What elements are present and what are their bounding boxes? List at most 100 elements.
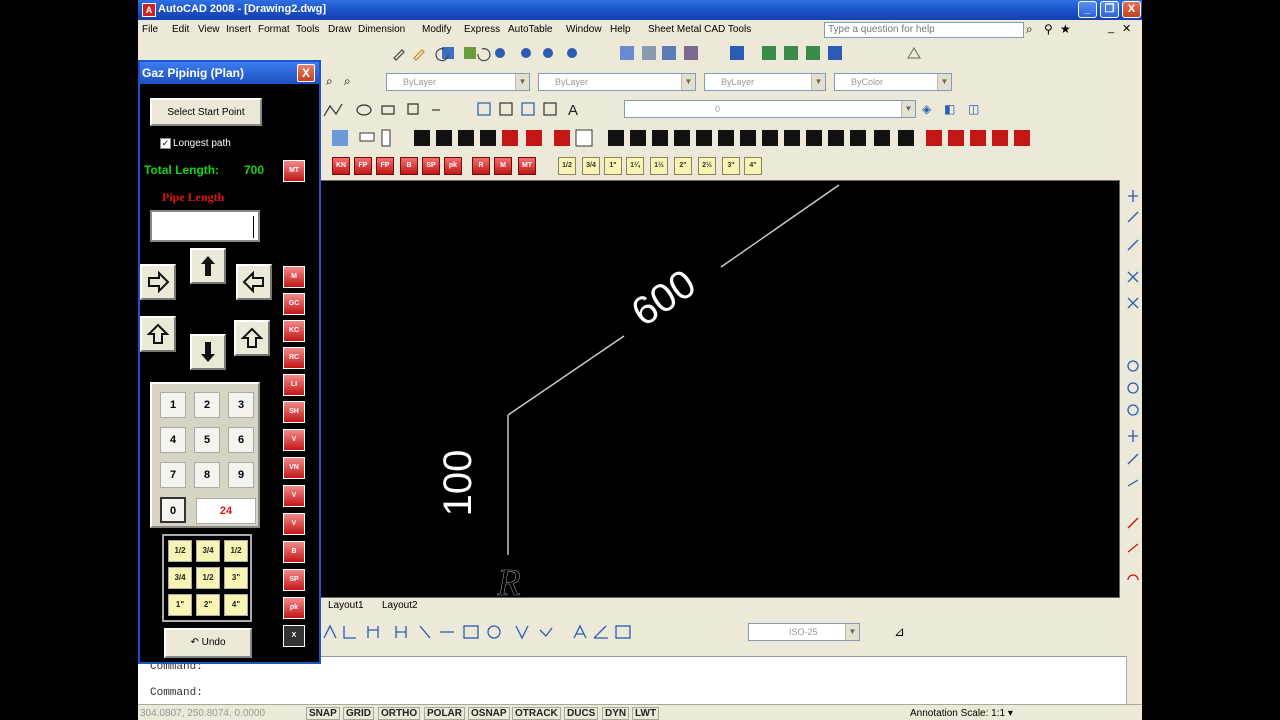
help-search-input[interactable]: Type a question for help xyxy=(824,22,1024,38)
pipe-segment-diagonal-1[interactable] xyxy=(507,335,625,416)
frac-key-2[interactable]: 3/4 xyxy=(196,540,220,562)
pipe-segment-diagonal-2[interactable] xyxy=(720,184,840,268)
frac-key-4[interactable]: 3/4 xyxy=(168,567,192,589)
tag-button-kn[interactable]: KN xyxy=(332,157,350,175)
side-button-sp[interactable]: SP xyxy=(283,569,305,591)
tag-button-r[interactable]: R xyxy=(472,157,490,175)
direction-southwest-button[interactable] xyxy=(140,316,176,352)
undo-button[interactable]: ↶ Undo xyxy=(164,628,252,658)
dyn-toggle[interactable]: DYN xyxy=(602,707,630,720)
menu-insert[interactable]: Insert xyxy=(226,24,251,35)
autocad-app-icon[interactable]: A xyxy=(142,3,156,17)
tag-button-m[interactable]: M xyxy=(494,157,512,175)
layer-previous-icon[interactable]: ◧ xyxy=(944,102,960,118)
color-combo[interactable]: ByColor ▼ xyxy=(834,73,952,91)
menu-autotable[interactable]: AutoTable xyxy=(508,24,552,35)
tag-button-mt[interactable]: MT xyxy=(518,157,536,175)
ortho-toggle[interactable]: ORTHO xyxy=(378,707,421,720)
fraction-button-5[interactable]: 1½ xyxy=(650,157,668,175)
minimize-button[interactable]: _ xyxy=(1078,1,1097,18)
zoom-previous-icon[interactable]: ⌕ xyxy=(344,74,360,90)
lineweight-combo[interactable]: ByLayer ▼ xyxy=(704,73,826,91)
fraction-button-8[interactable]: 3" xyxy=(722,157,740,175)
restore-button[interactable]: ❐ xyxy=(1100,1,1119,18)
dim-style-manager-icon[interactable]: ⊿ xyxy=(894,624,910,640)
fraction-button-6[interactable]: 2" xyxy=(674,157,692,175)
frac-key-8[interactable]: 2" xyxy=(196,594,220,616)
dim-style-combo[interactable]: ISO-25 ▼ xyxy=(748,623,860,641)
menu-tools[interactable]: Tools xyxy=(296,24,319,35)
side-button-sh[interactable]: SH xyxy=(283,401,305,423)
ducs-toggle[interactable]: DUCS xyxy=(564,707,599,720)
fraction-button-1[interactable]: 1/2 xyxy=(558,157,576,175)
side-button-v1[interactable]: V xyxy=(283,429,305,451)
key-7[interactable]: 7 xyxy=(160,462,186,488)
key-4[interactable]: 4 xyxy=(160,427,186,453)
close-button[interactable]: X xyxy=(1122,1,1141,18)
command-prompt[interactable]: Command: xyxy=(150,687,203,699)
menu-modify[interactable]: Modify xyxy=(422,24,451,35)
favorites-icon[interactable]: ★ xyxy=(1060,22,1076,38)
key-9[interactable]: 9 xyxy=(228,462,254,488)
direction-northeast-button[interactable] xyxy=(236,264,272,300)
key-5[interactable]: 5 xyxy=(194,427,220,453)
tag-button-b[interactable]: B xyxy=(400,157,418,175)
menu-draw[interactable]: Draw xyxy=(328,24,351,35)
side-button-gc[interactable]: GC xyxy=(283,293,305,315)
snap-toggle[interactable]: SNAP xyxy=(306,707,340,720)
side-button-vn[interactable]: VN xyxy=(283,457,305,479)
menu-view[interactable]: View xyxy=(198,24,220,35)
longest-path-checkbox[interactable]: ✓ Longest path xyxy=(160,138,231,149)
menu-help[interactable]: Help xyxy=(610,24,631,35)
layer-state-combo[interactable]: 0 ▼ xyxy=(624,100,916,118)
menu-edit[interactable]: Edit xyxy=(172,24,189,35)
key-2[interactable]: 2 xyxy=(194,392,220,418)
search-icon[interactable]: ⌕ xyxy=(1026,22,1042,38)
fraction-button-3[interactable]: 1" xyxy=(604,157,622,175)
menu-dimension[interactable]: Dimension xyxy=(358,24,405,35)
side-button-kc[interactable]: KC xyxy=(283,320,305,342)
key-0[interactable]: 0 xyxy=(160,497,186,523)
grid-toggle[interactable]: GRID xyxy=(343,707,374,720)
zoom-icon[interactable]: ⌕ xyxy=(326,74,342,90)
mdi-close-button[interactable]: ✕ xyxy=(1122,22,1138,38)
side-button-rc[interactable]: RC xyxy=(283,347,305,369)
direction-down-button[interactable] xyxy=(190,334,226,370)
panel-close-button[interactable]: X xyxy=(297,64,315,82)
pipe-length-input[interactable] xyxy=(150,210,260,242)
tag-button-fp1[interactable]: FP xyxy=(354,157,372,175)
communication-icon[interactable]: ⚲ xyxy=(1044,22,1060,38)
modify-tool-icons[interactable] xyxy=(1124,180,1142,600)
piping-symbol-icons[interactable] xyxy=(320,126,1040,152)
frac-key-7[interactable]: 1" xyxy=(168,594,192,616)
side-button-x[interactable]: X xyxy=(283,625,305,647)
side-button-v2[interactable]: V xyxy=(283,485,305,507)
tag-button-sp[interactable]: SP xyxy=(422,157,440,175)
fraction-button-9[interactable]: 4" xyxy=(744,157,762,175)
lwt-toggle[interactable]: LWT xyxy=(632,707,660,720)
tab-layout2[interactable]: Layout2 xyxy=(382,600,418,611)
select-start-point-button[interactable]: Select Start Point xyxy=(150,98,262,126)
key-3[interactable]: 3 xyxy=(228,392,254,418)
key-6[interactable]: 6 xyxy=(228,427,254,453)
fraction-button-4[interactable]: 1¼ xyxy=(626,157,644,175)
frac-key-6[interactable]: 3" xyxy=(224,567,248,589)
menu-window[interactable]: Window xyxy=(566,24,602,35)
layer-isolate-icon[interactable]: ◫ xyxy=(968,102,984,118)
frac-key-9[interactable]: 4" xyxy=(224,594,248,616)
osnap-toggle[interactable]: OSNAP xyxy=(468,707,510,720)
menu-sheet-metal[interactable]: Sheet Metal CAD Tools xyxy=(648,24,751,35)
layer-manager-icon[interactable]: ◈ xyxy=(922,102,938,118)
side-button-v3[interactable]: V xyxy=(283,513,305,535)
otrack-toggle[interactable]: OTRACK xyxy=(512,707,561,720)
frac-key-5[interactable]: 1/2 xyxy=(196,567,220,589)
menu-express[interactable]: Express xyxy=(464,24,500,35)
tag-button-fp2[interactable]: FP xyxy=(376,157,394,175)
tag-button-pk[interactable]: pk xyxy=(444,157,462,175)
total-length-button[interactable]: MT xyxy=(283,160,305,182)
linetype-combo[interactable]: ByLayer ▼ xyxy=(538,73,696,91)
key-1[interactable]: 1 xyxy=(160,392,186,418)
polar-toggle[interactable]: POLAR xyxy=(424,707,465,720)
frac-key-1[interactable]: 1/2 xyxy=(168,540,192,562)
side-button-pk[interactable]: pk xyxy=(283,597,305,619)
